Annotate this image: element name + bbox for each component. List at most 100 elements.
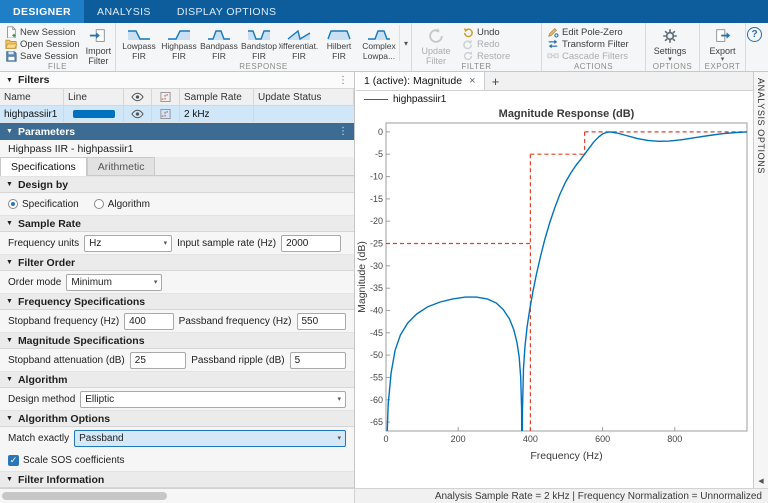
frequency-units-select[interactable]: Hz ▾ <box>84 234 173 252</box>
close-tab-icon[interactable]: × <box>469 75 475 87</box>
specification-radio[interactable]: Specification <box>8 199 79 210</box>
stopband-frequency-field[interactable]: 400 <box>124 312 174 330</box>
open-session-button[interactable]: Open Session <box>3 38 82 50</box>
section-header-filter-order[interactable]: ▼ Filter Order <box>0 254 354 271</box>
radio-icon <box>93 199 104 209</box>
chevron-down-icon: ▾ <box>337 435 341 442</box>
restore-button[interactable]: Restore <box>460 50 512 62</box>
parameters-section-header[interactable]: ▼ Parameters ⋮ <box>0 123 354 140</box>
svg-text:-20: -20 <box>370 216 383 226</box>
gallery-item-lowpass-fir[interactable]: Lowpass FIR <box>119 25 159 61</box>
highpass-icon <box>167 27 191 42</box>
svg-text:600: 600 <box>595 434 610 444</box>
stopband-attenuation-field[interactable]: 25 <box>129 351 187 369</box>
svg-text:-10: -10 <box>370 172 383 182</box>
help-button[interactable]: ? <box>747 27 762 42</box>
update-filter-button[interactable]: Update Filter <box>415 25 457 66</box>
ribbon-tab-bar: DESIGNER ANALYSIS DISPLAY OPTIONS <box>0 0 768 23</box>
scrollbar-thumb[interactable] <box>2 492 167 500</box>
scale-sos-checkbox[interactable]: ✓ Scale SOS coefficients <box>8 454 125 466</box>
new-session-button[interactable]: New Session <box>3 26 82 38</box>
section-header-magnitude-specifications[interactable]: ▼ Magnitude Specifications <box>0 332 354 349</box>
stopband-frequency-hz-label: Stopband frequency (Hz) <box>8 315 120 327</box>
svg-text:0: 0 <box>383 434 388 444</box>
svg-text:-45: -45 <box>370 328 383 338</box>
help-icon: ? <box>751 29 758 40</box>
figure-tab-magnitude[interactable]: 1 (active): Magnitude × <box>356 72 485 90</box>
svg-text:-25: -25 <box>370 239 383 249</box>
filters-table: highpassiir1 2 kHz <box>0 106 354 123</box>
cascade-filters-button[interactable]: Cascade Filters <box>545 50 631 62</box>
gallery-dropdown-icon[interactable]: ▾ <box>399 25 412 61</box>
design-method-select[interactable]: Elliptic ▾ <box>80 390 346 408</box>
filters-section-header[interactable]: ▼ Filters ⋮ <box>0 72 354 89</box>
svg-text:-30: -30 <box>370 261 383 271</box>
undo-icon <box>462 26 474 38</box>
tab-arithmetic[interactable]: Arithmetic <box>86 157 156 175</box>
edit-pole-zero-button[interactable]: Edit Pole-Zero <box>545 26 631 38</box>
collapse-triangle-icon: ▼ <box>6 476 13 483</box>
filters-menu-icon[interactable]: ⋮ <box>338 75 348 86</box>
undo-button[interactable]: Undo <box>460 26 512 38</box>
cascade-filters-icon <box>547 50 559 62</box>
gallery-item-highpass-fir[interactable]: Highpass FIR <box>159 25 199 61</box>
svg-text:-5: -5 <box>375 149 383 159</box>
section-header-algorithm[interactable]: ▼ Algorithm <box>0 371 354 388</box>
save-session-button[interactable]: Save Session <box>3 50 82 62</box>
collapse-triangle-icon: ▼ <box>6 337 13 344</box>
ribbon-section-export: Export ▾ EXPORT <box>700 23 746 71</box>
import-filter-icon <box>89 27 107 45</box>
redo-button[interactable]: Redo <box>460 38 512 50</box>
input-sample-rate-hz-label: Input sample rate (Hz) <box>177 237 277 249</box>
section-header-sample-rate[interactable]: ▼ Sample Rate <box>0 215 354 232</box>
ribbon-tab-analysis[interactable]: ANALYSIS <box>84 0 164 23</box>
gallery-item-complex-lowpa[interactable]: Complex Lowpa... <box>359 25 399 61</box>
export-button[interactable]: Export ▾ <box>703 25 742 63</box>
checkbox-icon: ✓ <box>8 454 19 466</box>
algorithm-radio[interactable]: Algorithm <box>93 199 150 210</box>
analysis-options-strip[interactable]: ANALYSIS OPTIONS ◀ <box>753 72 768 488</box>
new-figure-tab-button[interactable]: + <box>485 72 507 90</box>
chevron-down-icon: ▾ <box>163 240 168 247</box>
order-mode-select[interactable]: Minimum ▾ <box>66 273 163 291</box>
match-exactly-select[interactable]: Passband ▾ <box>74 429 346 447</box>
parameters-tab-bar: Specifications Arithmetic <box>0 157 354 176</box>
chevron-down-icon: ▾ <box>153 279 158 286</box>
horizontal-scrollbar[interactable] <box>0 489 355 503</box>
passband-ripple-field[interactable]: 5 <box>289 351 346 369</box>
section-header-frequency-specifications[interactable]: ▼ Frequency Specifications <box>0 293 354 310</box>
eye-icon[interactable] <box>124 106 152 122</box>
gallery-item-differentiat-fir[interactable]: Differentiat...FIR <box>279 25 319 61</box>
passband-frequency-field[interactable]: 550 <box>296 312 346 330</box>
settings-button[interactable]: Settings ▾ <box>649 25 691 63</box>
complex-lowpass-icon <box>367 27 391 42</box>
transform-filter-button[interactable]: Transform Filter <box>545 38 631 50</box>
ribbon-tab-designer[interactable]: DESIGNER <box>0 0 85 23</box>
svg-text:Frequency (Hz): Frequency (Hz) <box>530 450 602 462</box>
collapse-triangle-icon: ▼ <box>6 415 13 422</box>
chevron-down-icon: ▾ <box>337 396 341 403</box>
section-header-algorithm-options[interactable]: ▼ Algorithm Options <box>0 410 354 427</box>
filter-row-highpassiir1[interactable]: highpassiir1 2 kHz <box>0 106 354 123</box>
import-filter-button[interactable]: Import Filter <box>85 25 112 66</box>
line-color-swatch <box>72 110 115 118</box>
radio-icon <box>8 199 18 209</box>
gallery-item-bandpass-fir[interactable]: Bandpass FIR <box>199 25 239 61</box>
svg-text:-60: -60 <box>370 395 383 405</box>
ribbon-tab-display-options[interactable]: DISPLAY OPTIONS <box>164 0 290 23</box>
mask-icon[interactable] <box>152 106 180 122</box>
parameters-title: Parameters <box>17 125 76 138</box>
section-header-filter-information[interactable]: ▼ Filter Information <box>0 471 354 488</box>
lowpass-icon <box>127 27 151 42</box>
collapse-strip-icon[interactable]: ◀ <box>758 477 763 485</box>
sample-rate-cell: 2 kHz <box>180 106 254 122</box>
save-session-icon <box>5 50 17 62</box>
input-sample-rate-field[interactable]: 2000 <box>281 234 342 252</box>
section-header-design-by[interactable]: ▼ Design by <box>0 176 354 193</box>
gallery-item-bandstop-fir[interactable]: Bandstop FIR <box>239 25 279 61</box>
gallery-item-hilbert-fir[interactable]: Hilbert FIR <box>319 25 359 61</box>
tab-specifications[interactable]: Specifications <box>0 157 87 176</box>
new-session-icon <box>5 26 17 38</box>
magnitude-plot: 0 200 400 600 800 0 -5 -10 -15 -20 -25 -30 -35 -40 -45… <box>356 108 748 462</box>
parameters-menu-icon[interactable]: ⋮ <box>338 126 348 137</box>
